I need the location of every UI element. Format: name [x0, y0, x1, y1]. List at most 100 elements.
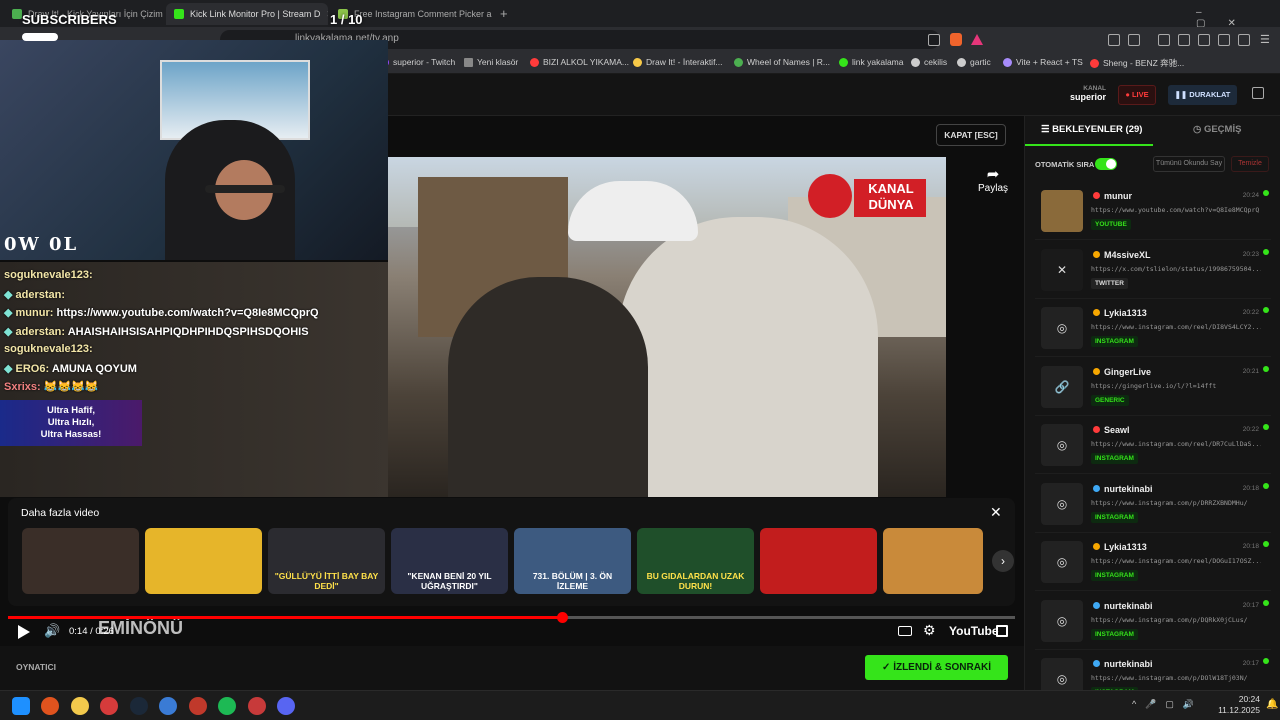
- queue-item-user: Lykia1313: [1093, 308, 1147, 318]
- video-thumbnail[interactable]: BU GIDALARDAN UZAK DURUN!: [637, 528, 754, 594]
- taskbar-app-icon[interactable]: [277, 697, 295, 715]
- extensions-icon[interactable]: [1108, 34, 1120, 46]
- queue-item-url[interactable]: https://www.instagram.com/reel/DR7CuLlDa…: [1091, 440, 1261, 448]
- bookmark-folder[interactable]: Yeni klasör: [464, 57, 518, 67]
- tab-history[interactable]: ◷ GEÇMİŞ: [1153, 116, 1280, 146]
- queue-item-url[interactable]: https://www.instagram.com/p/DRRZXBNDMHu/: [1091, 499, 1261, 507]
- clear-button[interactable]: Temizle: [1231, 156, 1269, 172]
- taskbar-app-icon[interactable]: [129, 697, 148, 715]
- folder-icon: [464, 57, 473, 67]
- instagram-icon: ◎: [1041, 482, 1083, 525]
- mark-all-read-button[interactable]: Tümünü Okundu Say: [1153, 156, 1225, 172]
- player-label: OYNATICI: [16, 662, 56, 672]
- chat-line: ◆ aderstan: AHAISHAIHSISAHPIQDHPIHDQSPIH…: [4, 325, 309, 338]
- video-thumbnail[interactable]: "GÜLLÜ'YÜ İTTİ BAY BAY DEDİ": [268, 528, 385, 594]
- video-thumbnail[interactable]: [145, 528, 262, 594]
- taskbar-app-icon[interactable]: [188, 697, 207, 715]
- taskbar-app-icon[interactable]: [100, 697, 118, 715]
- queue-item-url[interactable]: https://www.instagram.com/p/DOlW18Tj03N/: [1091, 674, 1261, 682]
- close-player-button[interactable]: KAPAT [ESC]: [936, 124, 1006, 146]
- user-badge-icon: [1093, 426, 1100, 433]
- settings-gear-icon[interactable]: ⚙: [923, 622, 936, 639]
- video-person: [448, 277, 648, 497]
- queue-item[interactable]: ◎ Lykia1313 https://www.instagram.com/reel…: [1035, 303, 1271, 357]
- sidebar-icon[interactable]: [1178, 34, 1190, 46]
- queue-item[interactable]: munur https://www.youtube.com/watch?v=Q8I…: [1035, 186, 1271, 240]
- bookmark-item[interactable]: gartic: [957, 57, 991, 67]
- video-thumbnail[interactable]: [22, 528, 139, 594]
- queue-item[interactable]: ◎ nurtekinabi https://www.instagram.com/p/…: [1035, 596, 1271, 650]
- bookmark-item[interactable]: BIZI ALKOL YIKAMA...: [530, 57, 629, 67]
- brave-shield-icon[interactable]: [950, 33, 962, 46]
- user-badge-icon: [1093, 250, 1100, 258]
- subtitles-icon[interactable]: [898, 626, 912, 636]
- wallet-icon[interactable]: [1198, 34, 1210, 46]
- queue-item-url[interactable]: https://www.instagram.com/p/DQRkX0jCLus/: [1091, 616, 1261, 624]
- auto-queue-toggle[interactable]: [1095, 158, 1117, 170]
- queue-item[interactable]: ◎ nurtekinabi https://www.instagram.com/p/…: [1035, 654, 1271, 690]
- brave-rewards-icon[interactable]: [971, 34, 983, 45]
- video-thumbnail[interactable]: "KENAN BENİ 20 YIL UĞRAŞTIRDI": [391, 528, 508, 594]
- screenshot-icon[interactable]: [1128, 34, 1140, 46]
- bookmark-item[interactable]: superior - Twitch: [380, 57, 455, 67]
- new-tab-button[interactable]: +: [500, 6, 508, 21]
- volume-icon[interactable]: 🔊: [44, 623, 60, 639]
- fullscreen-icon[interactable]: [996, 625, 1008, 637]
- video-frame[interactable]: KANAL DÜNYA: [388, 157, 946, 497]
- vpn-icon[interactable]: [1238, 34, 1250, 46]
- bookmark-item[interactable]: Sheng - BENZ 奔驰...: [1090, 57, 1184, 69]
- chevron-right-icon[interactable]: ›: [992, 550, 1014, 572]
- youtube-logo[interactable]: YouTube: [949, 624, 999, 638]
- system-tray-icons[interactable]: ^🎤▢🔊: [1132, 699, 1203, 710]
- watched-next-button[interactable]: ✓ İZLENDİ & SONRAKİ: [865, 655, 1008, 680]
- queue-item-url[interactable]: https://gingerlive.io/l/?l=14fft: [1091, 382, 1261, 390]
- taskbar-app-icon[interactable]: [218, 697, 236, 715]
- popout-icon[interactable]: [1252, 87, 1264, 99]
- queue-item-url[interactable]: https://www.instagram.com/reel/DI8VS4LCY…: [1091, 323, 1261, 331]
- queue-item[interactable]: 🔗 GingerLive https://gingerlive.io/l/?l=14…: [1035, 362, 1271, 416]
- queue-item-url[interactable]: https://www.instagram.com/reel/DOGuI17OS…: [1091, 557, 1261, 565]
- tab-waiting[interactable]: ☰ BEKLEYENLER (29): [1025, 116, 1153, 146]
- close-icon[interactable]: ✕: [990, 504, 1002, 521]
- online-dot-icon: [1263, 599, 1269, 606]
- instagram-icon: ◎: [1041, 541, 1083, 583]
- queue-item-time: 20:24: [1242, 192, 1259, 199]
- bookmark-item[interactable]: Vite + React + TS: [1003, 57, 1083, 67]
- chat-line: soguknevale123:: [4, 269, 93, 281]
- queue-item-url[interactable]: https://x.com/tslielon/status/1998675950…: [1091, 265, 1261, 273]
- notification-icon[interactable]: 🔔: [1266, 699, 1278, 710]
- progress-bar[interactable]: [8, 612, 1015, 623]
- queue-item-type-badge: YOUTUBE: [1091, 219, 1131, 230]
- taskbar-app-icon[interactable]: [70, 697, 89, 715]
- taskbar-app-icon[interactable]: [247, 697, 266, 715]
- menu-icon[interactable]: ☰: [1260, 33, 1270, 46]
- window-controls[interactable]: –▢✕: [1196, 7, 1280, 29]
- queue-item[interactable]: ◎ Lykia1313 https://www.instagram.com/reel…: [1035, 537, 1271, 591]
- windows-start-icon[interactable]: [12, 697, 30, 715]
- video-thumbnail[interactable]: [883, 528, 983, 594]
- video-thumbnail[interactable]: 731. BÖLÜM | 3. ÖN İZLEME: [514, 528, 631, 594]
- bookmark-item[interactable]: Draw It! - İnteraktif...: [633, 57, 723, 67]
- media-icon[interactable]: [1158, 34, 1170, 46]
- chat-line: ◆ aderstan:: [4, 288, 66, 301]
- queue-item[interactable]: ◎ nurtekinabi https://www.instagram.com/p/…: [1035, 479, 1271, 533]
- queue-item[interactable]: ✕ M4ssiveXL https://x.com/tslielon/status/…: [1035, 245, 1271, 299]
- chat-line: soguknevale123:: [4, 343, 93, 355]
- bookmark-item[interactable]: cekilis: [911, 57, 947, 67]
- play-icon[interactable]: [18, 625, 30, 639]
- share-button[interactable]: ➦ Paylaş: [975, 165, 1011, 194]
- queue-item-url[interactable]: https://www.youtube.com/watch?v=Q8Ie8MCQ…: [1091, 206, 1261, 214]
- bookmark-item[interactable]: link yakalama: [839, 57, 904, 67]
- bookmark-item[interactable]: Wheel of Names | R...: [734, 57, 830, 67]
- video-thumbnail[interactable]: [760, 528, 877, 594]
- browser-tab-kick-monitor[interactable]: Kick Link Monitor Pro | Stream D✕: [166, 3, 328, 25]
- taskbar-app-icon[interactable]: [159, 697, 177, 715]
- taskbar-clock[interactable]: 20:24 11.12.2025: [1200, 694, 1260, 716]
- pause-button[interactable]: ❚❚ DURAKLAT: [1168, 85, 1237, 105]
- share-page-icon[interactable]: [928, 34, 940, 46]
- queue-item[interactable]: ◎ Seawl https://www.instagram.com/reel/DR7…: [1035, 420, 1271, 474]
- taskbar-app-icon[interactable]: [41, 697, 59, 715]
- close-tab-icon[interactable]: ✕: [320, 9, 328, 20]
- leo-ai-icon[interactable]: [1218, 34, 1230, 46]
- chat-line: ◆ ERO6: AMUNA QOYUM: [4, 362, 137, 375]
